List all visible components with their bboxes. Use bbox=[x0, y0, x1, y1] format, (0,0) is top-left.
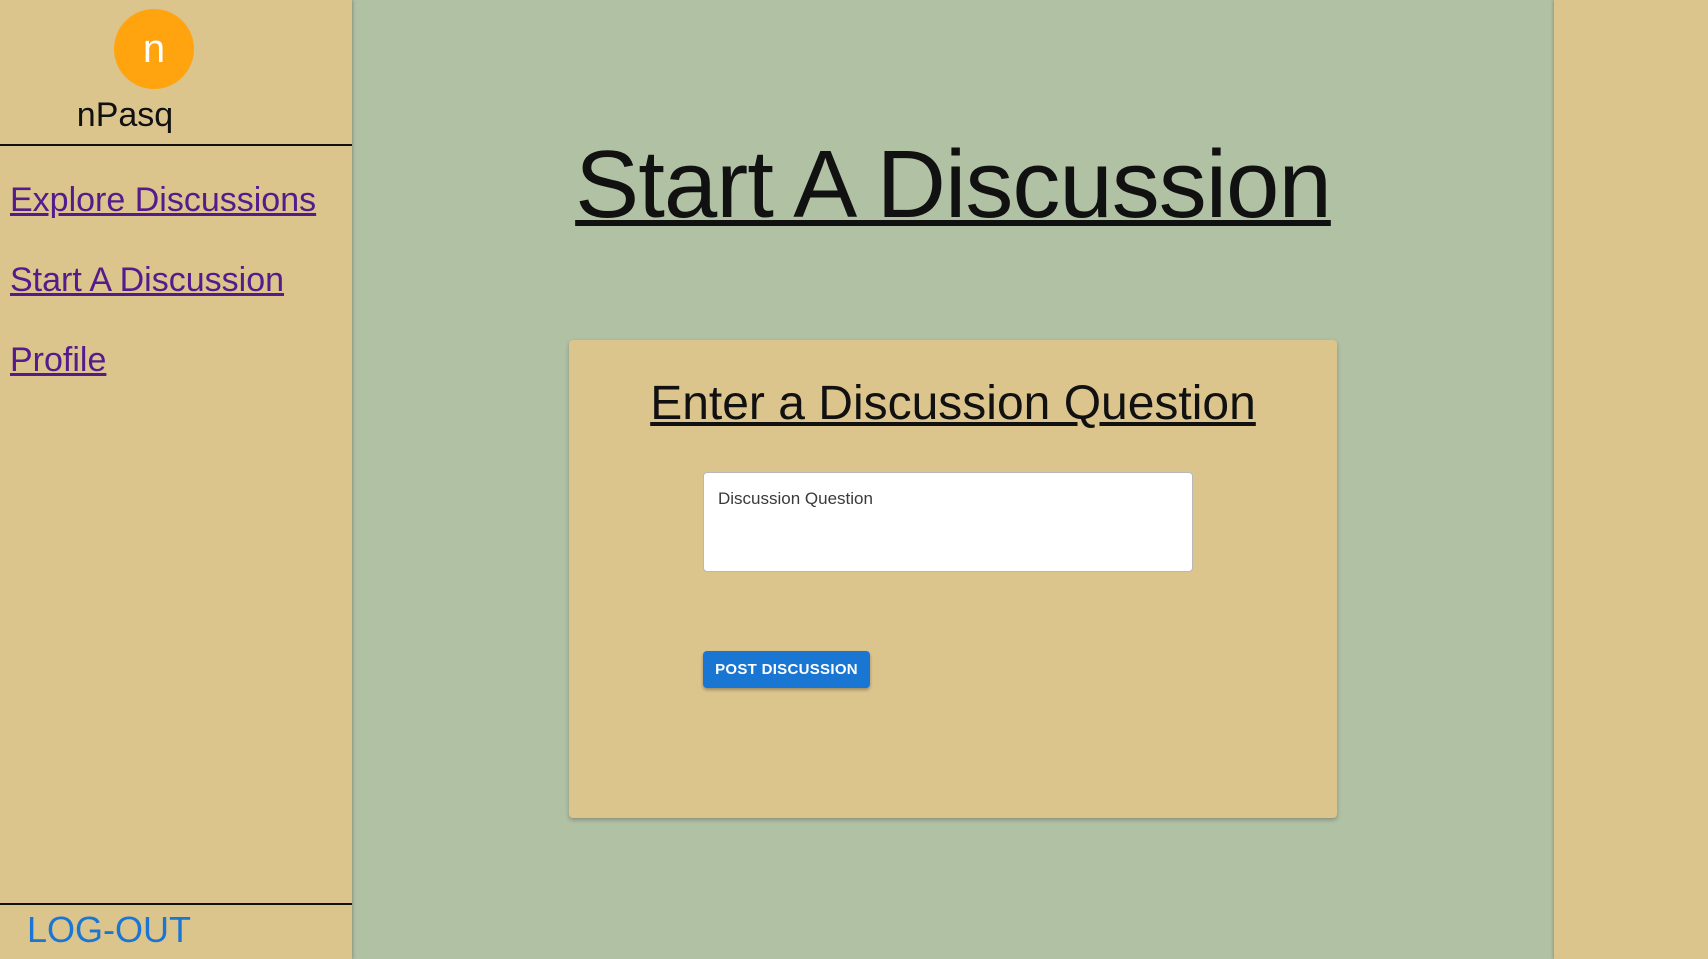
logout-button[interactable]: LOG-OUT bbox=[27, 909, 191, 951]
sidebar-bottom-divider bbox=[0, 903, 352, 905]
avatar[interactable]: n bbox=[114, 9, 194, 89]
sidebar-nav: Explore Discussions Start A Discussion P… bbox=[10, 180, 316, 420]
sidebar-divider bbox=[0, 144, 352, 146]
page-title: Start A Discussion bbox=[575, 131, 1332, 238]
sidebar-item-start-a-discussion[interactable]: Start A Discussion bbox=[10, 260, 316, 300]
discussion-question-input[interactable] bbox=[704, 473, 1192, 571]
sidebar-item-profile[interactable]: Profile bbox=[10, 340, 316, 380]
discussion-question-field[interactable] bbox=[703, 472, 1193, 572]
sidebar-item-explore-discussions[interactable]: Explore Discussions bbox=[10, 180, 316, 220]
right-panel bbox=[1554, 0, 1708, 959]
username: nPasq bbox=[76, 96, 174, 134]
sidebar: n nPasq Explore Discussions Start A Disc… bbox=[0, 0, 352, 959]
post-discussion-button[interactable]: POST DISCUSSION bbox=[703, 651, 870, 688]
discussion-form-card: Enter a Discussion Question POST DISCUSS… bbox=[569, 340, 1337, 818]
card-heading: Enter a Discussion Question bbox=[650, 377, 1256, 430]
